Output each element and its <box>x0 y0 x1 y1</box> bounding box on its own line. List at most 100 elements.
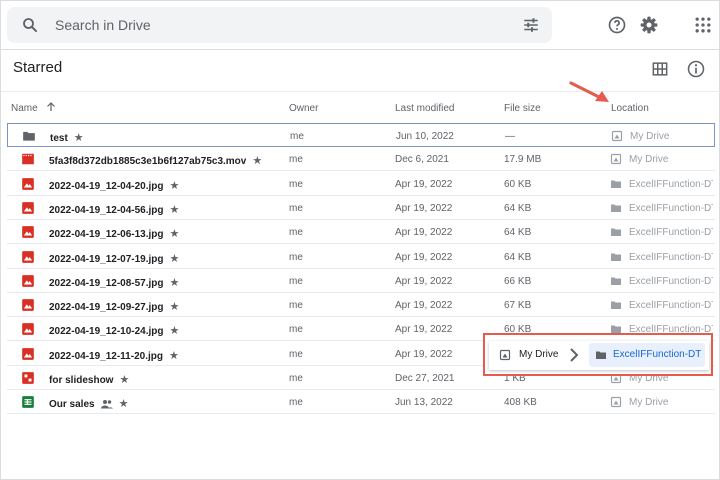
file-name-cell: 2022-04-19_12-07-19.jpg ★ <box>49 252 179 265</box>
file-size-cell: 17.9 MB <box>504 154 542 166</box>
star-icon[interactable]: ★ <box>74 131 84 144</box>
star-icon[interactable]: ★ <box>119 397 129 410</box>
location-breadcrumb: My Drive ExcelIFFunction-DT <box>489 341 709 370</box>
table-row[interactable]: 5fa3f8d372db1885c3e1b6f127ab75c3.mov ★ me D… <box>7 147 715 172</box>
file-name-cell: 2022-04-19_12-09-27.jpg ★ <box>49 300 179 313</box>
breadcrumb-folder[interactable]: ExcelIFFunction-DT <box>589 343 705 367</box>
search-options-icon[interactable] <box>522 16 540 34</box>
location-cell[interactable]: ExcelIFFunction-DT <box>629 276 713 287</box>
star-icon[interactable]: ★ <box>170 252 180 265</box>
last-modified-cell: Dec 27, 2021 <box>395 373 455 384</box>
image-file-icon <box>21 250 35 264</box>
star-icon[interactable]: ★ <box>252 154 262 167</box>
file-size-cell: 60 KB <box>504 178 532 190</box>
image-file-icon <box>21 201 35 215</box>
last-modified-cell: Apr 19, 2022 <box>395 324 453 336</box>
search-icon[interactable] <box>21 16 39 34</box>
file-size-cell: — <box>505 131 515 142</box>
apps-grid-icon[interactable] <box>693 15 713 35</box>
image-file-icon <box>21 177 35 191</box>
location-path-popup: My Drive ExcelIFFunction-DT <box>483 333 713 376</box>
sheets-file-icon <box>21 395 35 409</box>
owner-cell: me <box>289 227 303 239</box>
star-icon[interactable]: ★ <box>170 276 180 289</box>
folder-icon <box>610 202 622 214</box>
shared-people-icon <box>100 400 113 409</box>
folder-icon <box>610 178 622 190</box>
location-cell[interactable]: ExcelIFFunction-DT <box>629 203 713 214</box>
table-row[interactable]: 2022-04-19_12-07-19.jpg ★ me Apr 19, 2022 64… <box>7 245 715 269</box>
owner-cell: me <box>289 348 303 360</box>
video-file-icon <box>21 152 35 166</box>
file-name-cell: 2022-04-19_12-10-24.jpg ★ <box>49 324 179 337</box>
search-input[interactable] <box>55 7 495 43</box>
last-modified-cell: Dec 6, 2021 <box>395 154 449 166</box>
file-name: 2022-04-19_12-07-19.jpg <box>49 253 164 265</box>
table-row[interactable]: 2022-04-19_12-06-13.jpg ★ me Apr 19, 2022 64… <box>7 220 715 245</box>
file-size-cell: 64 KB <box>504 202 532 214</box>
file-name: 5fa3f8d372db1885c3e1b6f127ab75c3.mov <box>49 156 247 168</box>
my-drive-icon <box>611 130 623 142</box>
annotation-arrow <box>569 81 609 102</box>
column-file-size[interactable]: File size <box>504 103 541 114</box>
star-icon[interactable]: ★ <box>170 300 180 313</box>
last-modified-cell: Apr 19, 2022 <box>395 275 453 287</box>
top-bar <box>1 1 720 49</box>
owner-cell: me <box>289 397 303 409</box>
search-bar[interactable] <box>7 7 552 43</box>
last-modified-cell: Apr 19, 2022 <box>395 300 453 312</box>
star-icon[interactable]: ★ <box>119 373 129 386</box>
sort-ascending-icon[interactable] <box>45 101 57 113</box>
grid-view-icon[interactable] <box>650 59 670 79</box>
last-modified-cell: Apr 19, 2022 <box>395 348 453 360</box>
table-row[interactable]: 2022-04-19_12-04-20.jpg ★ me Apr 19, 2022 60… <box>7 172 715 196</box>
owner-cell: me <box>290 131 304 142</box>
last-modified-cell: Jun 10, 2022 <box>396 131 454 142</box>
table-row[interactable]: 2022-04-19_12-08-57.jpg ★ me Apr 19, 2022 66… <box>7 269 715 293</box>
last-modified-cell: Apr 19, 2022 <box>395 202 453 214</box>
star-icon[interactable]: ★ <box>170 324 180 337</box>
file-name: test <box>50 133 68 144</box>
column-last-modified[interactable]: Last modified <box>395 103 454 114</box>
help-icon[interactable] <box>607 15 627 35</box>
location-cell[interactable]: My Drive <box>629 397 713 408</box>
column-owner[interactable]: Owner <box>289 103 318 114</box>
file-size-cell: 66 KB <box>504 275 532 287</box>
folder-icon <box>22 129 36 143</box>
breadcrumb-my-drive[interactable]: My Drive <box>519 349 558 360</box>
file-name-cell: 2022-04-19_12-04-20.jpg ★ <box>49 179 179 192</box>
star-icon[interactable]: ★ <box>170 227 180 240</box>
location-cell[interactable]: My Drive <box>630 131 714 142</box>
file-name-cell: 5fa3f8d372db1885c3e1b6f127ab75c3.mov ★ <box>49 154 262 167</box>
file-size-cell: 408 KB <box>504 397 537 409</box>
image-file-icon <box>21 274 35 288</box>
location-cell[interactable]: My Drive <box>629 154 713 165</box>
info-icon[interactable] <box>686 59 706 79</box>
file-name: 2022-04-19_12-09-27.jpg <box>49 302 164 314</box>
star-icon[interactable]: ★ <box>169 349 179 362</box>
last-modified-cell: Apr 19, 2022 <box>395 227 453 239</box>
my-drive-icon <box>610 153 622 165</box>
table-row[interactable]: test ★ me Jun 10, 2022 — My Drive <box>7 123 715 147</box>
file-name-cell: test ★ <box>50 131 84 144</box>
last-modified-cell: Apr 19, 2022 <box>395 178 453 190</box>
location-cell[interactable]: ExcelIFFunction-DT <box>629 227 713 238</box>
location-cell[interactable]: ExcelIFFunction-DT <box>629 179 713 190</box>
my-drive-icon <box>499 349 511 361</box>
column-name[interactable]: Name <box>11 103 38 114</box>
star-icon[interactable]: ★ <box>170 179 180 192</box>
file-name: 2022-04-19_12-08-57.jpg <box>49 277 164 289</box>
file-name-cell: 2022-04-19_12-04-56.jpg ★ <box>49 203 179 216</box>
location-cell[interactable]: ExcelIFFunction-DT <box>629 300 713 311</box>
star-icon[interactable]: ★ <box>170 203 180 216</box>
file-name: Our sales <box>49 399 95 411</box>
table-row[interactable]: 2022-04-19_12-09-27.jpg ★ me Apr 19, 2022 67… <box>7 293 715 318</box>
table-row[interactable]: 2022-04-19_12-04-56.jpg ★ me Apr 19, 2022 64… <box>7 196 715 220</box>
file-name: 2022-04-19_12-04-20.jpg <box>49 180 164 192</box>
location-cell[interactable]: ExcelIFFunction-DT <box>629 252 713 263</box>
gear-icon[interactable] <box>639 15 659 35</box>
table-row[interactable]: Our sales ★ me Jun 13, 2022 408 KB My Drive <box>7 390 715 415</box>
file-size-cell: 64 KB <box>504 251 532 263</box>
file-name: for slideshow <box>49 375 114 386</box>
folder-icon <box>610 299 622 311</box>
